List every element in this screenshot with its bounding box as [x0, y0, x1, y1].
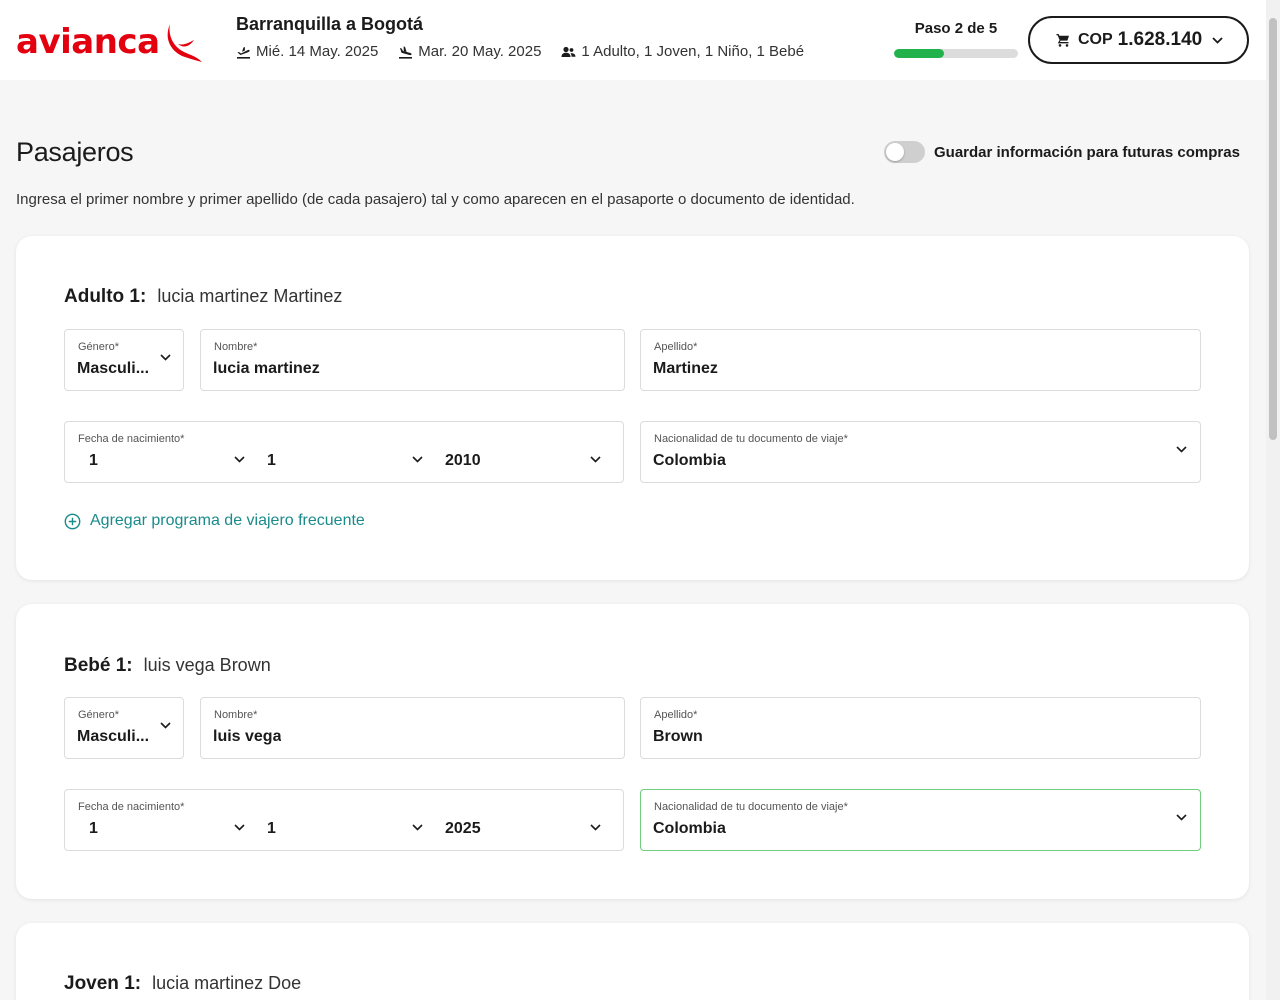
birth-month-select[interactable]: 1: [267, 452, 276, 470]
chevron-down-icon: [160, 722, 171, 729]
step-label: Paso 2 de 5: [914, 20, 998, 37]
cart-icon: [1056, 34, 1069, 47]
save-info-label: Guardar información para futuras compras: [934, 143, 1240, 161]
gender-value: Masculi...: [77, 360, 150, 377]
last-name-label: Apellido*: [654, 341, 698, 353]
passenger-type: Bebé 1:: [64, 655, 133, 676]
chevron-down-icon: [412, 456, 423, 463]
cart-currency: COP: [1078, 31, 1113, 48]
birth-year-select[interactable]: 2025: [445, 820, 481, 838]
birth-date-field: Fecha de nacimiento* 1 1 2025: [64, 789, 624, 851]
cart-amount: 1.628.140: [1117, 29, 1203, 50]
passenger-type: Adulto 1:: [64, 286, 147, 307]
nationality-select[interactable]: Nacionalidad de tu documento de viaje* C…: [640, 421, 1201, 483]
birth-date-label: Fecha de nacimiento*: [78, 433, 185, 445]
passenger-full-name: lucia martinez Doe: [152, 973, 302, 993]
avianca-bird-icon: [167, 24, 202, 62]
first-name-value: luis vega: [213, 728, 282, 745]
chevron-down-icon: [1176, 814, 1187, 821]
page-scrollbar[interactable]: [1266, 0, 1280, 1000]
plane-takeoff-icon: [237, 46, 250, 59]
first-name-field[interactable]: Nombre* lucia martinez: [200, 329, 625, 391]
last-name-value: Brown: [653, 728, 703, 745]
toggle-switch[interactable]: [884, 141, 925, 163]
passenger-card-youth-1: Joven 1: lucia martinez Doe: [16, 923, 1249, 1000]
gender-label: Género*: [78, 709, 119, 721]
chevron-down-icon: [590, 824, 601, 831]
birth-year-select[interactable]: 2010: [445, 452, 481, 470]
gender-value: Masculi...: [77, 728, 150, 745]
passenger-heading: Bebé 1: luis vega Brown: [64, 655, 271, 677]
gender-select[interactable]: Género* Masculi...: [64, 329, 184, 391]
first-name-value: lucia martinez: [213, 360, 320, 377]
passenger-card-infant-1: Bebé 1: luis vega Brown Género* Masculi.…: [16, 604, 1249, 899]
passengers-icon: [561, 46, 576, 57]
plane-landing-icon: [399, 46, 413, 59]
nationality-select[interactable]: Nacionalidad de tu documento de viaje* C…: [640, 789, 1201, 851]
gender-label: Género*: [78, 341, 119, 353]
cart-total-button[interactable]: COP 1.628.140: [1028, 16, 1249, 64]
return-date: Mar. 20 May. 2025: [398, 43, 541, 60]
toggle-knob: [886, 143, 904, 161]
last-name-label: Apellido*: [654, 709, 698, 721]
return-date-text: Mar. 20 May. 2025: [418, 43, 542, 60]
step-progress-fill: [894, 49, 944, 58]
first-name-field[interactable]: Nombre* luis vega: [200, 697, 625, 759]
chevron-down-icon: [590, 456, 601, 463]
passenger-type: Joven 1:: [64, 973, 142, 994]
birth-day-select[interactable]: 1: [89, 452, 98, 470]
passengers-summary-text: 1 Adulto, 1 Joven, 1 Niño, 1 Bebé: [581, 43, 805, 60]
scrollbar-thumb[interactable]: [1269, 18, 1277, 440]
nationality-value: Colombia: [653, 820, 726, 837]
passenger-heading: Joven 1: lucia martinez Doe: [64, 973, 301, 995]
logo-text: avianca: [16, 22, 160, 62]
chevron-down-icon: [234, 456, 245, 463]
departure-date-text: Mié. 14 May. 2025: [256, 43, 379, 60]
add-frequent-flyer-label: Agregar programa de viajero frecuente: [90, 512, 365, 529]
last-name-field[interactable]: Apellido* Brown: [640, 697, 1201, 759]
chevron-down-icon: [160, 354, 171, 361]
chevron-down-icon: [234, 824, 245, 831]
birth-day-select[interactable]: 1: [89, 820, 98, 838]
departure-date: Mié. 14 May. 2025: [236, 43, 378, 60]
step-progress-bar: [894, 49, 1018, 58]
birth-month-select[interactable]: 1: [267, 820, 276, 838]
nationality-label: Nacionalidad de tu documento de viaje*: [654, 433, 848, 445]
first-name-label: Nombre*: [214, 709, 258, 721]
top-header: avianca Barranquilla a Bogotá Mié. 14 Ma…: [0, 0, 1266, 80]
save-info-toggle[interactable]: Guardar información para futuras compras: [884, 141, 1240, 163]
nationality-label: Nacionalidad de tu documento de viaje*: [654, 801, 848, 813]
plus-circle-icon: [64, 513, 81, 529]
passenger-full-name: luis vega Brown: [143, 655, 271, 675]
route-title: Barranquilla a Bogotá: [236, 14, 424, 34]
last-name-field[interactable]: Apellido* Martinez: [640, 329, 1201, 391]
add-frequent-flyer-link[interactable]: Agregar programa de viajero frecuente: [64, 512, 365, 530]
passenger-heading: Adulto 1: lucia martinez Martinez: [64, 286, 342, 308]
route-summary: Barranquilla a Bogotá Mié. 14 May. 2025 …: [236, 14, 824, 60]
page-title: Pasajeros: [16, 137, 134, 167]
instructions-text: Ingresa el primer nombre y primer apelli…: [16, 191, 855, 208]
nationality-value: Colombia: [653, 452, 726, 469]
birth-date-field: Fecha de nacimiento* 1 1 2010: [64, 421, 624, 483]
passengers-summary: 1 Adulto, 1 Joven, 1 Niño, 1 Bebé: [561, 43, 804, 60]
gender-select[interactable]: Género* Masculi...: [64, 697, 184, 759]
chevron-down-icon: [1176, 446, 1187, 453]
chevron-down-icon: [1212, 36, 1223, 44]
step-indicator: Paso 2 de 5: [894, 20, 1018, 58]
birth-date-label: Fecha de nacimiento*: [78, 801, 185, 813]
chevron-down-icon: [412, 824, 423, 831]
first-name-label: Nombre*: [214, 341, 258, 353]
passenger-full-name: lucia martinez Martinez: [157, 286, 343, 306]
last-name-value: Martinez: [653, 360, 718, 377]
avianca-logo[interactable]: avianca: [16, 20, 204, 64]
